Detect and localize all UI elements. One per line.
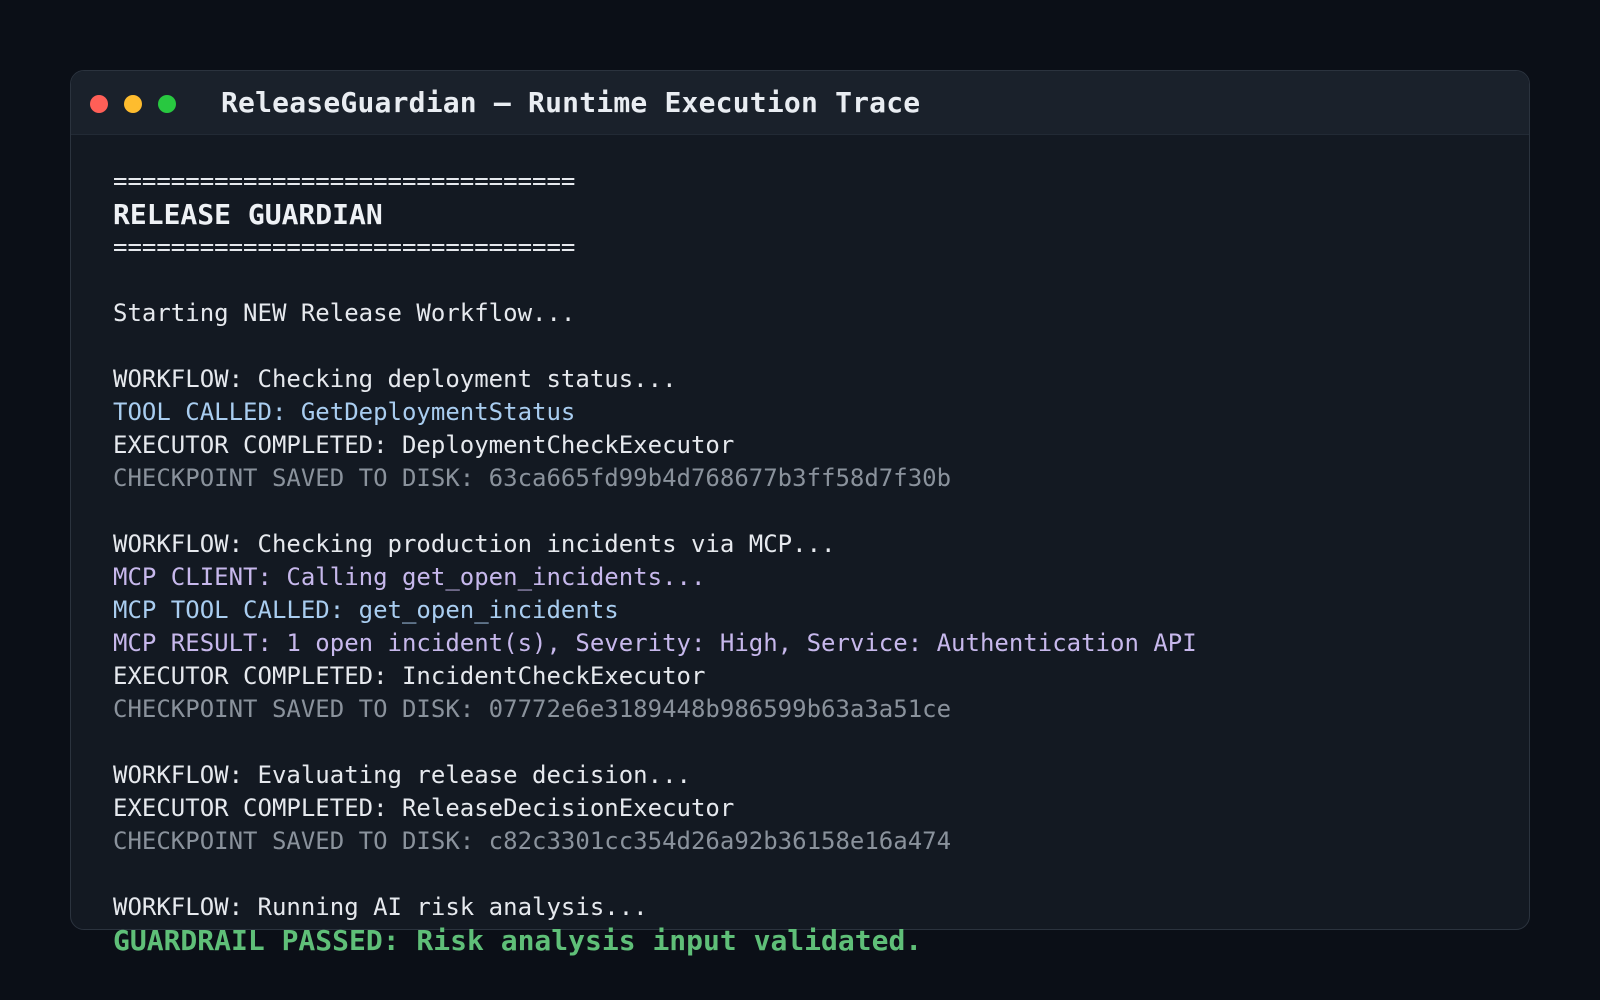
console-workflow-line: WORKFLOW: Checking deployment status...: [113, 365, 677, 393]
console-checkpoint-line: CHECKPOINT SAVED TO DISK: 63ca665fd99b4d…: [113, 464, 952, 492]
terminal-window: ReleaseGuardian — Runtime Execution Trac…: [70, 70, 1530, 957]
console-mcp-result-line: MCP RESULT: 1 open incident(s), Severity…: [113, 629, 1197, 657]
zoom-window-button[interactable]: [158, 95, 176, 113]
console-mcp-client-line: MCP CLIENT: Calling get_open_incidents..…: [113, 563, 706, 591]
console-rule-line: ================================: [113, 167, 576, 195]
console-workflow-line: WORKFLOW: Running AI risk analysis...: [113, 893, 648, 921]
console-rule-line: ================================: [113, 233, 576, 261]
console-executor-line: EXECUTOR COMPLETED: IncidentCheckExecuto…: [113, 662, 706, 690]
console-workflow-line: WORKFLOW: Evaluating release decision...: [113, 761, 691, 789]
console-checkpoint-line: CHECKPOINT SAVED TO DISK: c82c3301cc354d…: [113, 827, 952, 855]
console-tool-line: TOOL CALLED: GetDeploymentStatus: [113, 398, 576, 426]
console-header-line: RELEASE GUARDIAN: [113, 198, 383, 231]
console-checkpoint-line: CHECKPOINT SAVED TO DISK: 07772e6e318944…: [113, 695, 952, 723]
console-workflow-line: WORKFLOW: Checking production incidents …: [113, 530, 836, 558]
close-window-button[interactable]: [90, 95, 108, 113]
console-executor-line: EXECUTOR COMPLETED: ReleaseDecisionExecu…: [113, 794, 735, 822]
window-title: ReleaseGuardian — Runtime Execution Trac…: [221, 86, 921, 119]
console-tool-line: MCP TOOL CALLED: get_open_incidents: [113, 596, 619, 624]
minimize-window-button[interactable]: [124, 95, 142, 113]
console-executor-line: EXECUTOR COMPLETED: DeploymentCheckExecu…: [113, 431, 735, 459]
console-guardrail-line: GUARDRAIL PASSED: Risk analysis input va…: [113, 924, 923, 957]
title-bar[interactable]: ReleaseGuardian — Runtime Execution Trac…: [71, 71, 1529, 135]
console-status-line: Starting NEW Release Workflow...: [113, 299, 576, 327]
console-output: ================================ RELEASE…: [113, 165, 1493, 957]
